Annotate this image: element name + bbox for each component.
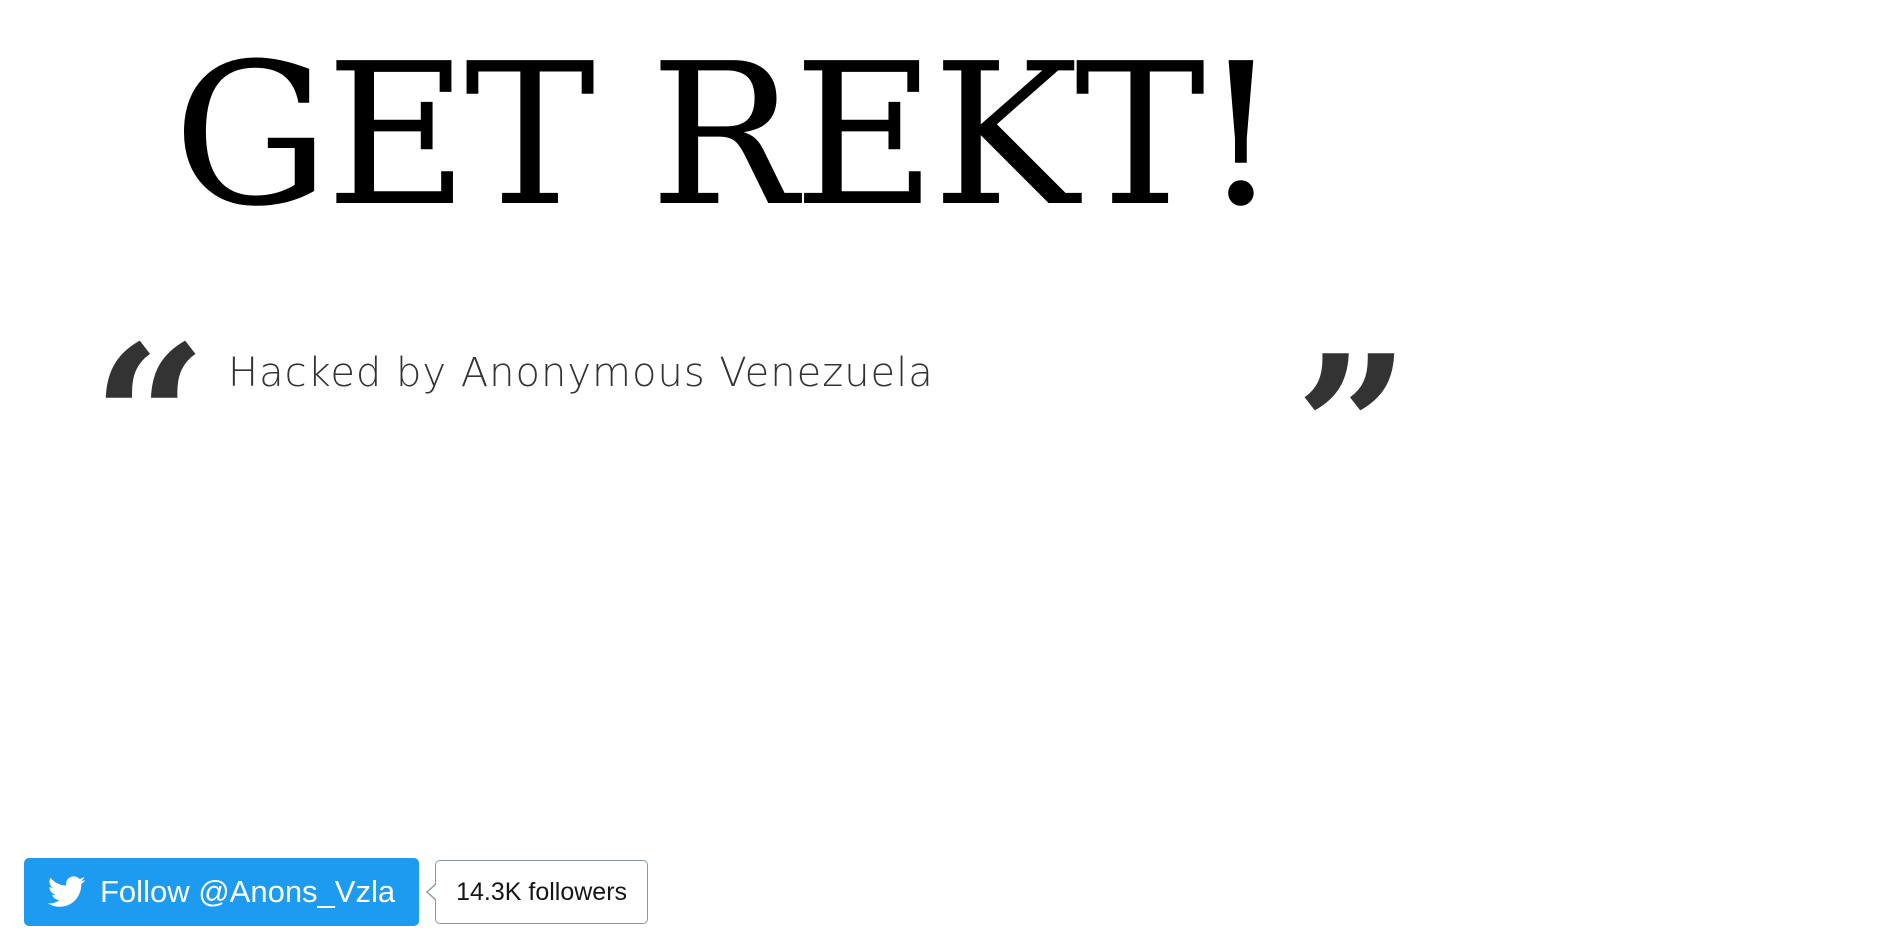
open-quote-icon: “ (92, 320, 207, 430)
twitter-follow-widget: Follow @Anons_Vzla 14.3K followers (24, 858, 649, 926)
follow-button-label: Follow @Anons_Vzla (100, 874, 396, 909)
page-headline: GET REKT! (173, 22, 1280, 250)
quote-text: Hacked by Anonymous Venezuela (228, 350, 934, 396)
followers-count-badge[interactable]: 14.3K followers (426, 860, 649, 924)
twitter-bird-icon (48, 876, 86, 907)
close-quote-icon: ” (1295, 330, 1410, 440)
twitter-follow-button[interactable]: Follow @Anons_Vzla (24, 858, 420, 926)
